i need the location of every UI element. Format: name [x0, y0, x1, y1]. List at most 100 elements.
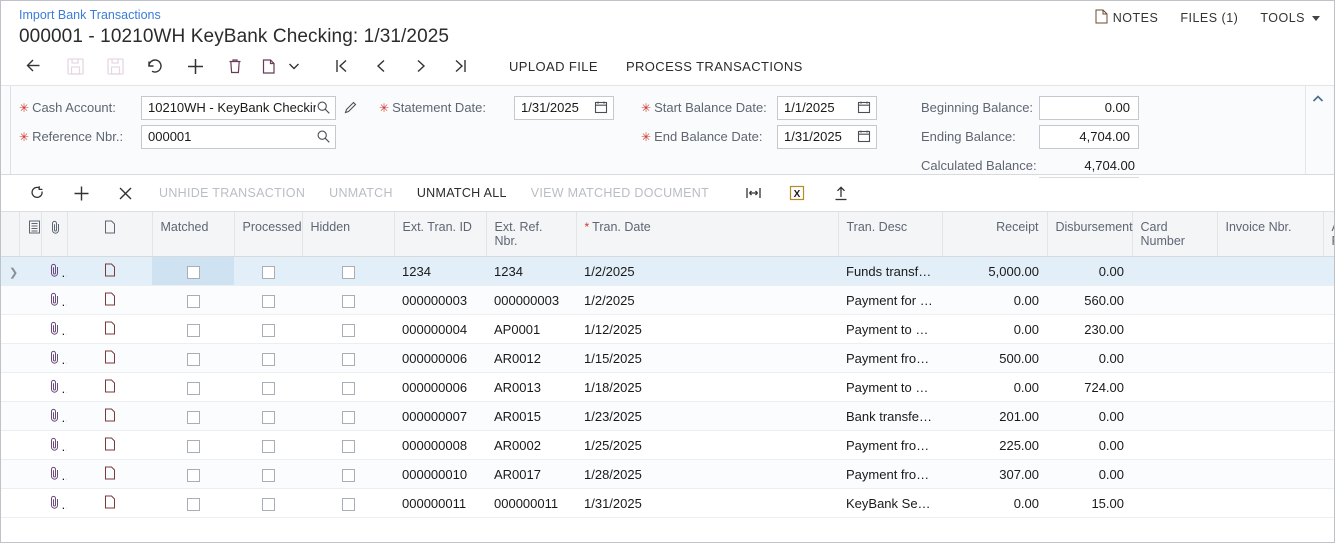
receipt-column-header[interactable]: Receipt [942, 212, 1047, 257]
row-note-document-icon[interactable] [67, 460, 152, 489]
table-row[interactable]: 000000004AP00011/12/2025Payment to Wingm… [1, 315, 1335, 344]
end-balance-date-field[interactable]: 1/31/2025 [777, 125, 877, 149]
row-attachment-paperclip-icon[interactable] [41, 344, 67, 373]
first-record-icon[interactable] [321, 49, 361, 83]
applied-rule-cell[interactable] [1323, 373, 1335, 402]
ext-tran-id-cell[interactable]: 000000010 [394, 460, 486, 489]
ending-balance-field[interactable]: 4,704.00 [1039, 125, 1139, 149]
next-record-icon[interactable] [401, 49, 441, 83]
breadcrumb[interactable]: Import Bank Transactions [19, 7, 161, 23]
processed-checkbox-cell[interactable] [234, 286, 302, 315]
invoice-nbr-cell[interactable] [1217, 344, 1323, 373]
invoice-nbr-cell[interactable] [1217, 257, 1323, 286]
cash-account-field[interactable]: 10210WH - KeyBank Checkin [141, 96, 336, 120]
hidden-checkbox-cell[interactable] [302, 489, 394, 518]
disbursement-cell[interactable]: 0.00 [1047, 402, 1132, 431]
ext-ref-nbr-cell[interactable]: AP0001 [486, 315, 576, 344]
receipt-cell[interactable]: 0.00 [942, 373, 1047, 402]
processed-checkbox-cell[interactable] [234, 315, 302, 344]
ext-tran-id-cell[interactable]: 000000011 [394, 489, 486, 518]
row-attachment-paperclip-icon[interactable] [41, 402, 67, 431]
row-settings-cell[interactable] [19, 257, 41, 286]
fit-columns-icon[interactable] [731, 178, 775, 208]
disbursement-cell[interactable]: 724.00 [1047, 373, 1132, 402]
processed-checkbox-cell[interactable] [234, 460, 302, 489]
trash-icon[interactable] [215, 49, 255, 83]
search-icon[interactable] [316, 100, 331, 115]
tran-desc-cell[interactable]: Payment from FourStar Coffee&Sweets … [838, 431, 942, 460]
ext-ref-nbr-cell[interactable]: AR0002 [486, 431, 576, 460]
matched-checkbox[interactable] [187, 411, 200, 424]
row-expand-chevron-icon[interactable]: ❯ [9, 264, 19, 279]
tran-date-cell[interactable]: 1/2/2025 [576, 257, 838, 286]
matched-checkbox[interactable] [187, 440, 200, 453]
processed-checkbox[interactable] [262, 411, 275, 424]
receipt-cell[interactable]: 225.00 [942, 431, 1047, 460]
hidden-checkbox[interactable] [342, 440, 355, 453]
search-icon[interactable] [316, 129, 331, 144]
row-settings-cell[interactable] [19, 286, 41, 315]
table-row[interactable]: 0000000110000000111/31/2025KeyBank Servi… [1, 489, 1335, 518]
tran-date-cell[interactable]: 1/25/2025 [576, 431, 838, 460]
card-number-cell[interactable] [1132, 402, 1217, 431]
row-attachment-paperclip-icon[interactable] [41, 489, 67, 518]
ext-tran-id-cell[interactable]: 1234 [394, 257, 486, 286]
hidden-checkbox-cell[interactable] [302, 344, 394, 373]
ext-ref-nbr-cell[interactable]: AR0015 [486, 402, 576, 431]
ext-tran-id-column-header[interactable]: Ext. Tran. ID [394, 212, 486, 257]
tran-desc-column-header[interactable]: Tran. Desc [838, 212, 942, 257]
matched-checkbox-cell[interactable] [152, 431, 234, 460]
table-row[interactable]: 000000008AR00021/25/2025Payment from Fou… [1, 431, 1335, 460]
tran-date-cell[interactable]: 1/12/2025 [576, 315, 838, 344]
applied-rule-cell[interactable] [1323, 315, 1335, 344]
hidden-checkbox-cell[interactable] [302, 257, 394, 286]
ext-ref-nbr-cell[interactable]: AR0012 [486, 344, 576, 373]
processed-checkbox[interactable] [262, 353, 275, 366]
files-button[interactable]: FILES (1) [1180, 11, 1238, 25]
process-transactions-button[interactable]: PROCESS TRANSACTIONS [612, 49, 817, 83]
ext-ref-nbr-column-header[interactable]: Ext. Ref. Nbr. [486, 212, 576, 257]
row-note-document-icon[interactable] [67, 402, 152, 431]
disbursement-cell[interactable]: 0.00 [1047, 257, 1132, 286]
upload-icon[interactable] [819, 178, 863, 208]
unmatch-all-button[interactable]: UNMATCH ALL [405, 178, 519, 208]
hidden-checkbox-cell[interactable] [302, 373, 394, 402]
grid-settings-column-header[interactable] [19, 212, 41, 257]
matched-checkbox[interactable] [187, 295, 200, 308]
applied-rule-cell[interactable] [1323, 489, 1335, 518]
matched-checkbox-cell[interactable] [152, 402, 234, 431]
row-note-document-icon[interactable] [67, 344, 152, 373]
invoice-nbr-cell[interactable] [1217, 489, 1323, 518]
card-number-cell[interactable] [1132, 344, 1217, 373]
row-settings-cell[interactable] [19, 344, 41, 373]
hidden-checkbox-cell[interactable] [302, 431, 394, 460]
refresh-icon[interactable] [15, 178, 59, 208]
hidden-checkbox-cell[interactable] [302, 460, 394, 489]
tran-date-cell[interactable]: 1/31/2025 [576, 489, 838, 518]
card-number-cell[interactable] [1132, 315, 1217, 344]
invoice-nbr-cell[interactable] [1217, 286, 1323, 315]
row-note-document-icon[interactable] [67, 315, 152, 344]
receipt-cell[interactable]: 0.00 [942, 489, 1047, 518]
hidden-checkbox-cell[interactable] [302, 286, 394, 315]
export-to-excel-icon[interactable]: X [775, 178, 819, 208]
grid-settings-icon[interactable] [28, 223, 41, 237]
table-row[interactable]: 000000007AR00151/23/2025Bank transfer fr… [1, 402, 1335, 431]
receipt-cell[interactable]: 0.00 [942, 286, 1047, 315]
table-row[interactable]: ❯123412341/2/2025Funds transfer from own… [1, 257, 1335, 286]
matched-checkbox[interactable] [187, 324, 200, 337]
hidden-checkbox[interactable] [342, 411, 355, 424]
table-row[interactable]: 0000000030000000031/2/2025Payment for of… [1, 286, 1335, 315]
tran-desc-cell[interactable]: Payment for office equipment [838, 286, 942, 315]
ext-ref-nbr-cell[interactable]: 000000011 [486, 489, 576, 518]
card-number-cell[interactable] [1132, 257, 1217, 286]
ext-tran-id-cell[interactable]: 000000006 [394, 373, 486, 402]
processed-checkbox[interactable] [262, 469, 275, 482]
card-number-cell[interactable] [1132, 460, 1217, 489]
statement-date-field[interactable]: 1/31/2025 [514, 96, 614, 120]
disbursement-column-header[interactable]: Disbursement [1047, 212, 1132, 257]
applied-rule-cell[interactable] [1323, 431, 1335, 460]
ext-tran-id-cell[interactable]: 000000007 [394, 402, 486, 431]
processed-checkbox-cell[interactable] [234, 257, 302, 286]
processed-checkbox-cell[interactable] [234, 402, 302, 431]
